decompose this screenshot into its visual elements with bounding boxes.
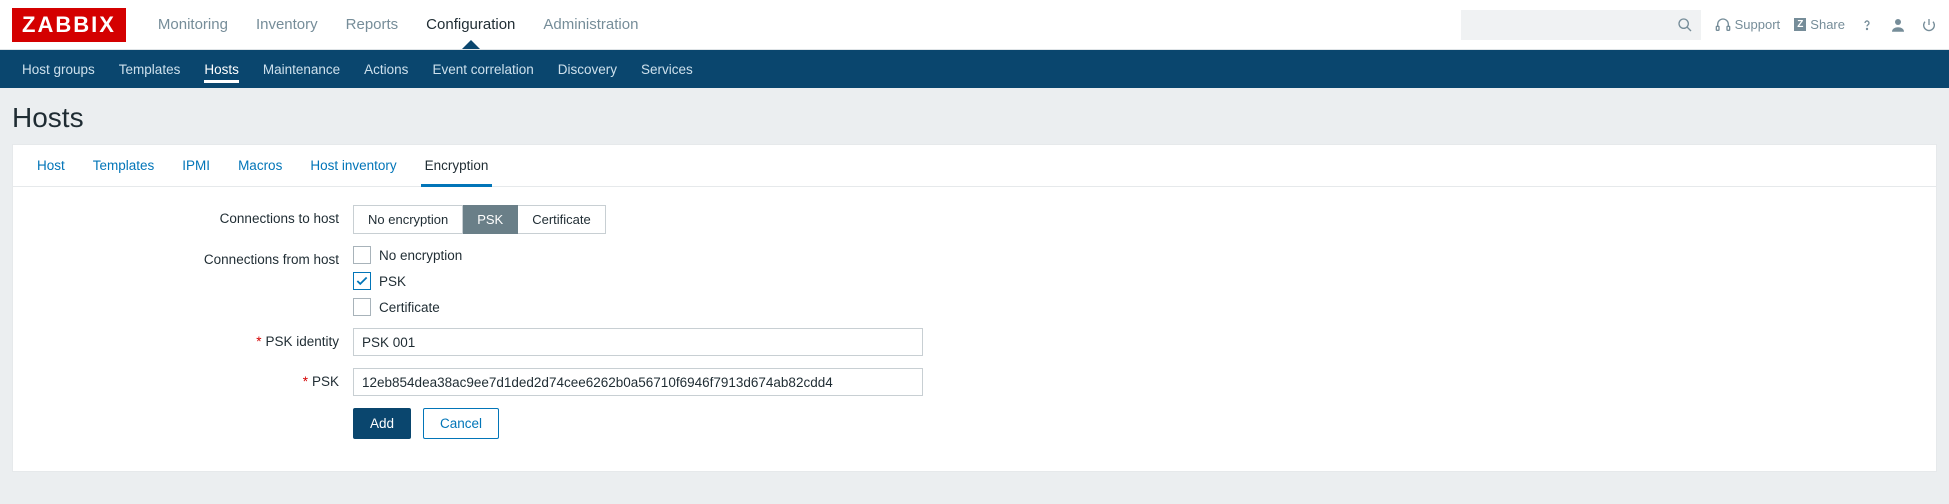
tab-templates[interactable]: Templates <box>79 145 169 186</box>
psk-identity-input[interactable] <box>353 328 923 356</box>
config-tabs: Host Templates IPMI Macros Host inventor… <box>13 145 1936 187</box>
main-nav-administration[interactable]: Administration <box>529 1 652 48</box>
logout-button[interactable] <box>1921 17 1937 33</box>
connections-to-host-group: No encryption PSK Certificate <box>353 205 606 234</box>
row-connections-to-host: Connections to host No encryption PSK Ce… <box>33 205 1916 234</box>
conn-to-no-encryption[interactable]: No encryption <box>353 205 463 234</box>
row-psk: *PSK <box>33 368 1916 396</box>
search-icon[interactable] <box>1677 17 1693 33</box>
share-label: Share <box>1810 17 1845 32</box>
subnav-discovery[interactable]: Discovery <box>546 52 629 87</box>
search-wrap <box>1461 10 1701 40</box>
from-certificate-label: Certificate <box>379 300 440 315</box>
user-button[interactable] <box>1889 16 1907 34</box>
add-button[interactable]: Add <box>353 408 411 439</box>
help-button[interactable] <box>1859 17 1875 33</box>
question-icon <box>1859 17 1875 33</box>
checkbox-no-encryption[interactable] <box>353 246 371 264</box>
from-certificate-row: Certificate <box>353 298 462 316</box>
checkbox-psk[interactable] <box>353 272 371 290</box>
share-link[interactable]: Z Share <box>1794 17 1845 32</box>
main-nav-configuration[interactable]: Configuration <box>412 1 529 48</box>
tab-macros[interactable]: Macros <box>224 145 296 186</box>
label-psk: *PSK <box>33 368 353 389</box>
psk-input[interactable] <box>353 368 923 396</box>
support-label: Support <box>1735 17 1781 32</box>
main-nav: Monitoring Inventory Reports Configurati… <box>144 1 653 48</box>
subnav-host-groups[interactable]: Host groups <box>10 52 107 87</box>
conn-to-certificate[interactable]: Certificate <box>518 205 606 234</box>
topbar: ZABBIX Monitoring Inventory Reports Conf… <box>0 0 1949 50</box>
subnav-templates[interactable]: Templates <box>107 52 193 87</box>
main-nav-monitoring[interactable]: Monitoring <box>144 1 242 48</box>
power-icon <box>1921 17 1937 33</box>
encryption-form: Connections to host No encryption PSK Ce… <box>13 187 1936 439</box>
user-icon <box>1889 16 1907 34</box>
search-input[interactable] <box>1461 10 1701 40</box>
label-connections-from-host: Connections from host <box>33 246 353 267</box>
conn-to-psk[interactable]: PSK <box>463 205 518 234</box>
subnav: Host groups Templates Hosts Maintenance … <box>0 50 1949 88</box>
tab-ipmi[interactable]: IPMI <box>168 145 224 186</box>
subnav-actions[interactable]: Actions <box>352 52 420 87</box>
z-icon: Z <box>1794 18 1806 31</box>
main-nav-reports[interactable]: Reports <box>332 1 413 48</box>
label-psk-identity: *PSK identity <box>33 328 353 349</box>
tab-host-inventory[interactable]: Host inventory <box>296 145 410 186</box>
tab-host[interactable]: Host <box>23 145 79 186</box>
checkbox-certificate[interactable] <box>353 298 371 316</box>
subnav-event-correlation[interactable]: Event correlation <box>420 52 545 87</box>
from-no-encryption-label: No encryption <box>379 248 462 263</box>
form-panel: Host Templates IPMI Macros Host inventor… <box>12 144 1937 472</box>
support-link[interactable]: Support <box>1715 17 1781 33</box>
row-connections-from-host: Connections from host No encryption PSK <box>33 246 1916 316</box>
row-psk-identity: *PSK identity <box>33 328 1916 356</box>
from-no-encryption-row: No encryption <box>353 246 462 264</box>
from-psk-label: PSK <box>379 274 406 289</box>
page-title: Hosts <box>0 88 1949 144</box>
subnav-maintenance[interactable]: Maintenance <box>251 52 352 87</box>
logo[interactable]: ZABBIX <box>12 8 126 42</box>
from-psk-row: PSK <box>353 272 462 290</box>
headset-icon <box>1715 17 1731 33</box>
top-right: Support Z Share <box>1461 10 1937 40</box>
main-nav-inventory[interactable]: Inventory <box>242 1 332 48</box>
row-buttons: Add Cancel <box>33 408 1916 439</box>
subnav-services[interactable]: Services <box>629 52 705 87</box>
subnav-hosts[interactable]: Hosts <box>192 52 251 87</box>
cancel-button[interactable]: Cancel <box>423 408 499 439</box>
tab-encryption[interactable]: Encryption <box>411 145 503 186</box>
label-connections-to-host: Connections to host <box>33 205 353 226</box>
